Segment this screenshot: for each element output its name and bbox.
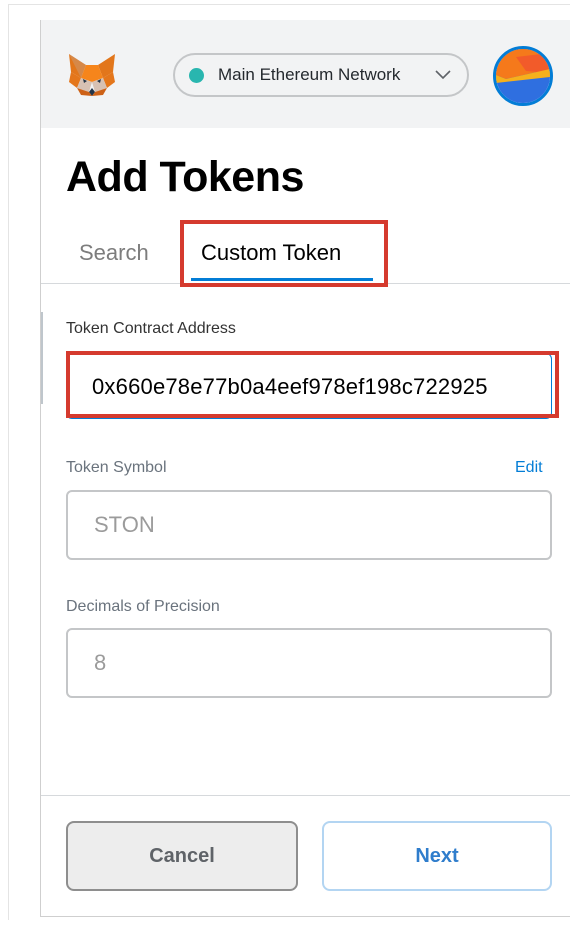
network-status-dot	[189, 67, 204, 83]
page-border-top	[8, 4, 570, 5]
add-tokens-popup: Main Ethereum Network Add Tokens Search …	[40, 20, 570, 917]
footer-divider	[41, 795, 570, 796]
decimals-value: 8	[94, 650, 107, 675]
chevron-down-icon	[435, 70, 451, 80]
token-symbol-value: STON	[94, 512, 155, 537]
account-identicon	[496, 49, 550, 103]
focus-sliver	[41, 312, 43, 404]
token-contract-address-value[interactable]: 0x660e78e77b0a4eef978ef198c722925	[92, 374, 488, 400]
tab-search[interactable]: Search	[79, 240, 149, 266]
edit-symbol-link[interactable]: Edit	[515, 459, 543, 477]
network-selector[interactable]: Main Ethereum Network	[173, 53, 469, 97]
network-label: Main Ethereum Network	[218, 65, 401, 84]
decimals-label: Decimals of Precision	[66, 598, 220, 615]
tab-custom-token[interactable]: Custom Token	[201, 240, 341, 266]
cancel-button[interactable]: Cancel	[66, 821, 298, 891]
token-symbol-input[interactable]: STON	[66, 490, 552, 560]
token-contract-address-label: Token Contract Address	[66, 320, 236, 337]
page-title: Add Tokens	[66, 153, 304, 201]
active-tab-indicator	[191, 278, 373, 281]
decimals-input[interactable]: 8	[66, 628, 552, 698]
tabs-divider	[41, 283, 570, 284]
account-avatar[interactable]	[493, 46, 553, 106]
page-border-left	[8, 4, 9, 920]
next-button[interactable]: Next	[322, 821, 552, 891]
token-symbol-label: Token Symbol	[66, 459, 167, 476]
app-header: Main Ethereum Network	[41, 20, 570, 128]
metamask-fox-icon[interactable]	[67, 52, 117, 98]
